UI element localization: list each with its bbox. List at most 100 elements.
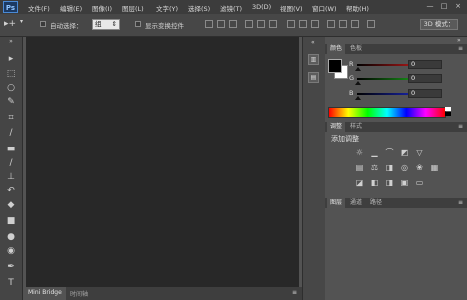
gradient-map-icon[interactable]: ▭ <box>415 178 424 187</box>
align-vcenter-icon[interactable] <box>217 20 225 28</box>
photo-filter-icon[interactable]: ◎ <box>400 163 409 172</box>
distribute-vcenter-icon[interactable] <box>299 20 307 28</box>
threshold-icon[interactable]: ◨ <box>385 178 394 187</box>
foreground-color-swatch[interactable] <box>328 59 342 73</box>
tab-layers[interactable]: 图层 <box>327 198 346 208</box>
menu-image[interactable]: 图像(I) <box>92 3 112 13</box>
eyedropper-tool-icon[interactable]: ∕ <box>4 127 18 139</box>
distribute-right-icon[interactable] <box>351 20 359 28</box>
history-panel-icon[interactable]: ▥ <box>308 54 319 65</box>
brush-tool-icon[interactable]: ∕ <box>4 157 18 169</box>
align-top-icon[interactable] <box>205 20 213 28</box>
tab-adjustments[interactable]: 调整 <box>327 122 346 132</box>
align-hcenter-icon[interactable] <box>257 20 265 28</box>
color-spectrum-ramp[interactable] <box>328 107 446 118</box>
menu-file[interactable]: 文件(F) <box>28 3 50 13</box>
tab-paths[interactable]: 路径 <box>367 198 385 208</box>
menu-select[interactable]: 选择(S) <box>188 3 210 13</box>
align-left-icon[interactable] <box>245 20 253 28</box>
collapse-panels-icon[interactable]: » <box>457 37 461 44</box>
crop-tool-icon[interactable]: ⌗ <box>4 112 18 124</box>
show-transform-checkbox[interactable] <box>135 21 141 27</box>
healing-brush-tool-icon[interactable]: ▬ <box>4 143 18 155</box>
chevron-down-icon[interactable]: ▾ <box>20 18 23 25</box>
tab-timeline[interactable]: 时间轴 <box>70 289 88 298</box>
menu-type[interactable]: 文字(Y) <box>156 3 178 13</box>
menu-help[interactable]: 帮助(H) <box>346 3 369 13</box>
white-ramp-swatch[interactable] <box>445 107 451 111</box>
quick-select-tool-icon[interactable]: ✎ <box>4 96 18 108</box>
options-bar: ▸+ ▾ 自动选择： 组 ⇕ 显示变换控件 3D 模式： <box>0 14 467 37</box>
black-white-icon[interactable]: ◨ <box>385 163 394 172</box>
auto-align-icon[interactable] <box>367 20 375 28</box>
panel-menu-icon[interactable]: ≡ <box>292 289 297 296</box>
auto-select-dropdown[interactable]: 组 ⇕ <box>92 19 120 30</box>
menu-filter[interactable]: 滤镜(T) <box>220 3 242 13</box>
selective-color-icon[interactable]: ▣ <box>400 178 409 187</box>
collapse-dock-icon[interactable]: « <box>311 39 315 46</box>
layers-list[interactable] <box>325 208 467 300</box>
curves-icon[interactable]: ⌒ <box>385 148 394 157</box>
move-tool-icon[interactable]: ▸ <box>4 53 18 65</box>
blue-value-field[interactable]: 0 <box>408 89 442 98</box>
minimize-button[interactable]: — <box>424 1 436 11</box>
posterize-icon[interactable]: ◧ <box>370 178 379 187</box>
color-lookup-icon[interactable]: ▦ <box>430 163 439 172</box>
menu-window[interactable]: 窗口(W) <box>312 3 337 13</box>
red-slider-thumb[interactable] <box>355 67 361 71</box>
levels-icon[interactable]: ▁ <box>370 148 379 157</box>
tab-swatches[interactable]: 色板 <box>347 44 365 54</box>
menu-layer[interactable]: 图层(L) <box>122 3 144 13</box>
blue-slider-thumb[interactable] <box>355 96 361 100</box>
panel-dock: « ▥ ▤ <box>302 37 326 300</box>
vibrance-icon[interactable]: ▽ <box>415 148 424 157</box>
exposure-icon[interactable]: ◩ <box>400 148 409 157</box>
tab-channels[interactable]: 通道 <box>347 198 365 208</box>
red-value-field[interactable]: 0 <box>408 60 442 69</box>
move-tool-preset-icon[interactable]: ▸+ <box>4 19 16 29</box>
layers-panel-menu-icon[interactable]: ≡ <box>458 199 463 206</box>
tools-panel: » ▸ ⬚ ○ ✎ ⌗ ∕ ▬ ∕ ⊥ ↶ ◆ ■ ● ◉ ✒ T <box>0 37 23 300</box>
blur-tool-icon[interactable]: ● <box>4 231 18 243</box>
gradient-tool-icon[interactable]: ■ <box>4 215 18 227</box>
brightness-contrast-icon[interactable]: ☼ <box>355 148 364 157</box>
align-right-icon[interactable] <box>269 20 277 28</box>
color-panel-menu-icon[interactable]: ≡ <box>458 45 463 52</box>
lasso-tool-icon[interactable]: ○ <box>4 82 18 94</box>
distribute-top-icon[interactable] <box>287 20 295 28</box>
green-value-field[interactable]: 0 <box>408 74 442 83</box>
eraser-tool-icon[interactable]: ◆ <box>4 199 18 211</box>
type-tool-icon[interactable]: T <box>4 277 18 289</box>
green-slider-thumb[interactable] <box>355 81 361 85</box>
align-bottom-icon[interactable] <box>229 20 237 28</box>
distribute-hcenter-icon[interactable] <box>339 20 347 28</box>
distribute-left-icon[interactable] <box>327 20 335 28</box>
pen-tool-icon[interactable]: ✒ <box>4 261 18 273</box>
auto-select-label: 自动选择： <box>50 22 83 30</box>
hue-saturation-icon[interactable]: ▤ <box>355 163 364 172</box>
history-brush-tool-icon[interactable]: ↶ <box>4 185 18 197</box>
blue-channel-label: B <box>349 89 354 97</box>
tab-color[interactable]: 颜色 <box>327 44 346 54</box>
red-channel-label: R <box>349 60 354 68</box>
black-ramp-swatch[interactable] <box>445 112 451 116</box>
marquee-tool-icon[interactable]: ⬚ <box>4 68 18 80</box>
document-canvas[interactable] <box>26 37 299 287</box>
channel-mixer-icon[interactable]: ❀ <box>415 163 424 172</box>
auto-select-checkbox[interactable] <box>40 21 46 27</box>
close-button[interactable]: × <box>452 1 464 11</box>
invert-icon[interactable]: ◪ <box>355 178 364 187</box>
dodge-tool-icon[interactable]: ◉ <box>4 245 18 257</box>
maximize-button[interactable]: □ <box>438 1 450 11</box>
tab-styles[interactable]: 样式 <box>347 122 365 132</box>
collapse-toolbar-icon[interactable]: » <box>4 39 18 45</box>
menu-view[interactable]: 视图(V) <box>280 3 303 13</box>
tab-mini-bridge[interactable]: Mini Bridge <box>28 289 62 296</box>
distribute-bottom-icon[interactable] <box>311 20 319 28</box>
clone-stamp-tool-icon[interactable]: ⊥ <box>4 171 18 183</box>
menu-3d[interactable]: 3D(D) <box>252 3 271 11</box>
properties-panel-icon[interactable]: ▤ <box>308 72 319 83</box>
color-balance-icon[interactable]: ⚖ <box>370 163 379 172</box>
adjustments-panel-menu-icon[interactable]: ≡ <box>458 123 463 130</box>
menu-edit[interactable]: 编辑(E) <box>60 3 82 13</box>
